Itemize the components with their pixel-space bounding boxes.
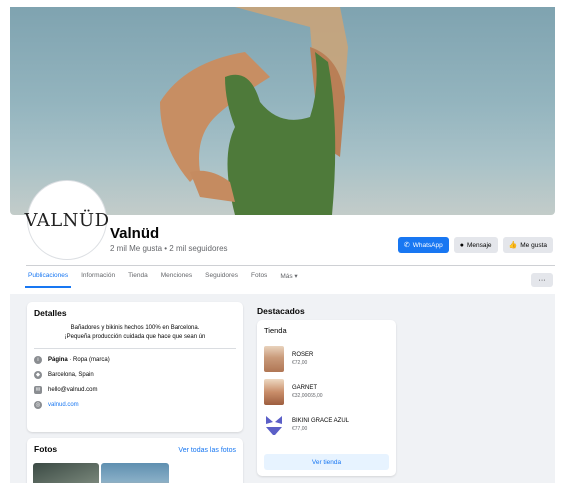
bio-line-2: ¡Pequeña producción cuidada que hace que… — [64, 334, 206, 340]
cover-photo[interactable] — [10, 7, 555, 215]
product-price: €32,00€65,00 — [292, 393, 323, 399]
bio-text: Bañadores y bikinis hechos 100% en Barce… — [34, 324, 236, 342]
photo-thumbnail-2[interactable] — [101, 463, 169, 483]
globe-icon: ◎ — [34, 401, 42, 409]
page-tabs: Publicaciones Información Tienda Mencion… — [24, 272, 298, 288]
product-name: ROSER — [292, 352, 314, 358]
tab-menciones[interactable]: Menciones — [161, 272, 192, 288]
product-name: GARNET — [292, 385, 318, 391]
photos-header: Fotos Ver todas las fotos — [34, 444, 236, 454]
email-text[interactable]: hello@valnud.com — [48, 387, 97, 393]
location-text: Barcelona, Spain — [48, 372, 94, 378]
tab-tienda[interactable]: Tienda — [128, 272, 148, 288]
see-all-photos-link[interactable]: Ver todas las fotos — [178, 447, 236, 454]
email-row[interactable]: ✉ hello@valnud.com — [34, 386, 236, 394]
details-card: Detalles Bañadores y bikinis hechos 100%… — [27, 302, 243, 432]
profile-picture[interactable]: VALNÜD — [24, 181, 109, 259]
tab-publicaciones[interactable]: Publicaciones — [24, 272, 72, 288]
bikini-icon — [266, 416, 282, 435]
featured-title: Destacados — [257, 306, 305, 316]
header-divider — [26, 265, 555, 266]
shop-card: Tienda ROSER €72,00 GARNET €32,00€65,00 … — [257, 320, 396, 476]
more-options-button[interactable]: ··· — [531, 273, 553, 287]
cover-image — [160, 7, 348, 215]
tab-informacion[interactable]: Información — [81, 272, 115, 288]
page-actions: ✆ WhatsApp ● Mensaje 👍 Me gusta — [397, 237, 553, 253]
logo-wordmark: VALNÜD — [24, 209, 110, 231]
whatsapp-label: WhatsApp — [412, 241, 443, 249]
page-stats[interactable]: 2 mil Me gusta • 2 mil seguidores — [110, 244, 228, 253]
details-title: Detalles — [34, 308, 67, 318]
product-image — [264, 379, 284, 405]
product-item-bikini-grace-azul[interactable]: BIKINI GRACE AZUL €77,00 — [264, 412, 349, 438]
tab-fotos[interactable]: Fotos — [251, 272, 267, 288]
info-icon: i — [34, 356, 42, 364]
location-row: ◆ Barcelona, Spain — [34, 371, 236, 379]
like-label: Me gusta — [520, 241, 547, 249]
thumbs-up-icon: 👍 — [508, 242, 518, 249]
whatsapp-icon: ✆ — [403, 242, 410, 249]
like-button[interactable]: 👍 Me gusta — [502, 237, 553, 253]
category-value: · Ropa (marca) — [67, 357, 110, 363]
website-link[interactable]: valnud.com — [48, 402, 79, 408]
product-item-roser[interactable]: ROSER €72,00 — [264, 346, 313, 372]
shop-title: Tienda — [264, 326, 287, 335]
photos-card: Fotos Ver todas las fotos — [27, 438, 243, 483]
product-image — [264, 346, 284, 372]
website-row[interactable]: ◎ valnud.com — [34, 401, 236, 409]
tab-seguidores[interactable]: Seguidores — [205, 272, 238, 288]
product-item-garnet[interactable]: GARNET €32,00€65,00 — [264, 379, 323, 405]
product-image — [264, 412, 284, 438]
whatsapp-button[interactable]: ✆ WhatsApp — [397, 237, 449, 253]
photos-title: Fotos — [34, 444, 58, 454]
message-label: Mensaje — [466, 241, 492, 249]
location-pin-icon: ◆ — [34, 371, 42, 379]
photo-thumbnail-3[interactable] — [175, 463, 237, 483]
stamp-logo-image — [175, 463, 237, 483]
product-name: BIKINI GRACE AZUL — [292, 418, 350, 424]
message-button[interactable]: ● Mensaje — [453, 237, 498, 253]
messenger-icon: ● — [459, 241, 464, 249]
category-label: Página — [48, 357, 68, 363]
details-divider — [34, 348, 236, 349]
product-price: €77,00 — [292, 426, 308, 432]
tab-mas[interactable]: Más ▾ — [280, 272, 297, 288]
page-title: Valnüd — [110, 225, 160, 242]
email-icon: ✉ — [34, 386, 42, 394]
view-shop-button[interactable]: Ver tienda — [264, 454, 389, 470]
product-price: €72,00 — [292, 360, 308, 366]
category-row: i Página · Ropa (marca) — [34, 356, 236, 364]
bio-line-1: Bañadores y bikinis hechos 100% en Barce… — [70, 325, 200, 331]
photo-thumbnail-1[interactable] — [33, 463, 99, 483]
